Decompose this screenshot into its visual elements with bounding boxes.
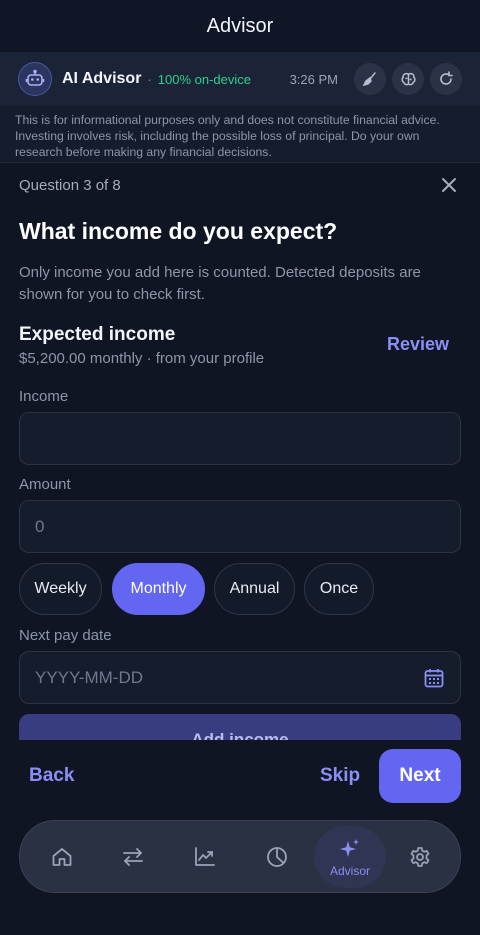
- next-pay-date-label: Next pay date: [19, 627, 112, 644]
- bottom-tab-bar: Advisor: [19, 820, 461, 893]
- frequency-annual-chip[interactable]: Annual: [214, 563, 295, 615]
- question-description: Only income you add here is counted. Det…: [19, 264, 421, 303]
- tab-home[interactable]: [32, 821, 92, 893]
- advisor-time: 3:26 PM: [289, 71, 338, 87]
- clear-chat-button[interactable]: [354, 63, 386, 95]
- trend-chart-icon: [195, 847, 215, 866]
- back-button[interactable]: Back: [29, 765, 74, 787]
- frequency-weekly-chip[interactable]: Weekly: [19, 563, 102, 615]
- advisor-name: AI Advisor: [62, 70, 142, 87]
- sparkles-icon: [340, 838, 359, 857]
- advisor-bar: AI Advisor · 100% on-device 3:26 PM: [0, 52, 480, 106]
- advisor-status: 100% on-device: [157, 71, 251, 87]
- tab-settings[interactable]: [390, 821, 450, 893]
- income-input[interactable]: [19, 412, 461, 465]
- tab-advisor[interactable]: Advisor: [314, 826, 386, 888]
- amount-placeholder: 0: [35, 516, 45, 536]
- expected-income-subtitle: $5,200.00 monthly · from your profile: [19, 350, 265, 367]
- question-title: What income do you expect?: [19, 218, 338, 244]
- expected-income-title: Expected income: [19, 324, 176, 345]
- transfer-arrows-icon: [123, 848, 143, 866]
- page-title: Advisor: [0, 0, 480, 52]
- calendar-icon[interactable]: [423, 667, 445, 689]
- refresh-icon: [440, 71, 453, 85]
- robot-icon: [18, 62, 52, 96]
- close-button[interactable]: [438, 174, 460, 196]
- question-counter: Question 3 of 8: [19, 177, 121, 194]
- home-icon: [52, 848, 72, 866]
- review-button[interactable]: Review: [387, 334, 449, 355]
- disclaimer-text: This is for informational purposes only …: [0, 106, 480, 163]
- next-pay-date-input[interactable]: YYYY-MM-DD: [19, 651, 461, 704]
- date-placeholder: YYYY-MM-DD: [35, 667, 143, 687]
- brain-icon: [400, 72, 416, 85]
- frequency-monthly-chip[interactable]: Monthly: [112, 563, 205, 615]
- tab-investments[interactable]: [175, 821, 235, 893]
- tab-advisor-label: Advisor: [329, 863, 370, 878]
- amount-label: Amount: [19, 476, 71, 493]
- advisor-separator: ·: [147, 71, 152, 87]
- income-label: Income: [19, 388, 69, 405]
- broom-icon: [362, 72, 376, 87]
- next-button[interactable]: Next: [379, 749, 461, 803]
- tab-transactions[interactable]: [103, 821, 163, 893]
- frequency-once-chip[interactable]: Once: [304, 563, 374, 615]
- skip-button[interactable]: Skip: [320, 765, 360, 787]
- amount-input[interactable]: 0: [19, 500, 461, 553]
- tab-budget[interactable]: [247, 821, 307, 893]
- pie-chart-icon: [267, 847, 287, 867]
- gear-icon: [410, 847, 430, 867]
- refresh-button[interactable]: [430, 63, 462, 95]
- memory-button[interactable]: [392, 63, 424, 95]
- close-icon: [442, 178, 456, 192]
